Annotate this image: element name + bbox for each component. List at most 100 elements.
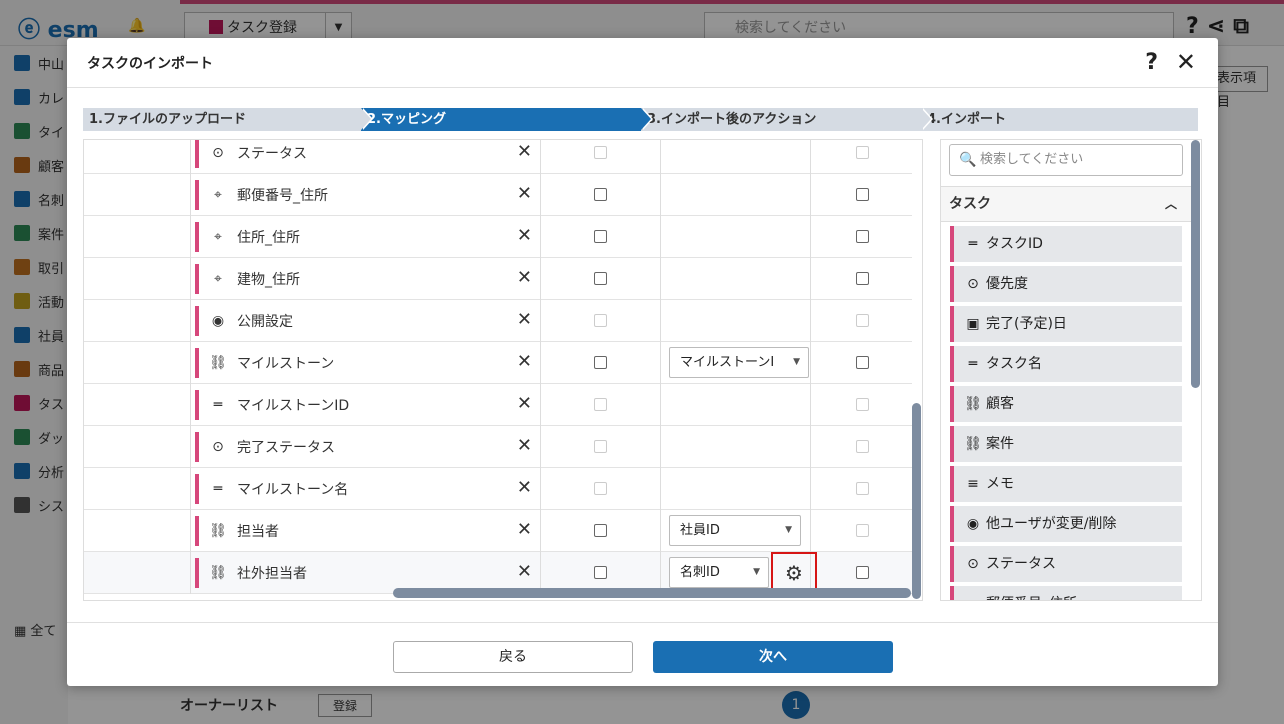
field-cell: ◉ 公開設定 ✕ [191, 300, 541, 342]
remove-mapping-icon[interactable]: ✕ [517, 267, 532, 288]
mapping-checkbox[interactable] [594, 356, 607, 369]
link-icon: ⛓ [964, 396, 982, 412]
update-checkbox[interactable] [856, 188, 869, 201]
field-marker [195, 140, 199, 168]
update-cell [811, 140, 912, 174]
mapping-row: ⊙ ステータス ✕ [84, 140, 912, 174]
field-label: マイルストーン [237, 356, 335, 372]
field-marker [195, 516, 199, 546]
import-steps: 1.ファイルのアップロード 2.マッピング 3.インポート後のアクション 4.インポー… [83, 108, 1198, 131]
field-item[interactable]: ≡ メモ [950, 466, 1182, 502]
key-select-cell [661, 258, 811, 300]
update-checkbox[interactable] [856, 356, 869, 369]
field-item-label: タスクID [986, 236, 1043, 252]
key-select-cell [661, 300, 811, 342]
memo-icon: ≡ [967, 476, 979, 492]
field-label: 住所_住所 [237, 230, 300, 246]
field-marker [195, 264, 199, 294]
remove-mapping-icon[interactable]: ✕ [517, 183, 532, 204]
csv-column-cell [84, 342, 191, 384]
option-cell [541, 140, 661, 174]
field-item[interactable]: ═ タスクID [950, 226, 1182, 262]
help-icon[interactable]: ? [1145, 50, 1158, 75]
field-item[interactable]: ⊙ 優先度 [950, 266, 1182, 302]
csv-column-cell [84, 510, 191, 552]
remove-mapping-icon[interactable]: ✕ [517, 225, 532, 246]
mapping-row: ⌖ 郵便番号_住所 ✕ [84, 174, 912, 216]
mapping-checkbox[interactable] [594, 566, 607, 579]
field-item-label: 案件 [986, 436, 1014, 452]
field-item-label: 顧客 [986, 396, 1014, 412]
dropdown-circle-icon: ⊙ [212, 145, 224, 161]
remove-mapping-icon[interactable]: ✕ [517, 309, 532, 330]
next-button[interactable]: 次へ [653, 641, 893, 673]
dropdown-circle-icon: ⊙ [967, 276, 979, 292]
table-horizontal-scrollbar[interactable] [393, 588, 911, 598]
close-icon[interactable]: ✕ [1176, 48, 1196, 76]
mapping-row: ⌖ 住所_住所 ✕ [84, 216, 912, 258]
remove-mapping-icon[interactable]: ✕ [517, 351, 532, 372]
key-field-select[interactable]: マイルストーンI ▼ [669, 347, 809, 378]
field-item[interactable]: ⊙ ステータス [950, 546, 1182, 582]
step-1: 1.ファイルのアップロード [83, 108, 373, 131]
chevron-down-icon: ▼ [785, 525, 792, 535]
option-cell [541, 342, 661, 384]
update-checkbox[interactable] [856, 230, 869, 243]
remove-mapping-icon[interactable]: ✕ [517, 435, 532, 456]
remove-mapping-icon[interactable]: ✕ [517, 519, 532, 540]
update-checkbox [856, 398, 869, 411]
chevron-up-icon[interactable]: ︿ [1165, 187, 1177, 221]
key-select-cell [661, 468, 811, 510]
key-select-cell [661, 216, 811, 258]
link-icon: ⛓ [209, 523, 227, 539]
field-group-header[interactable]: タスク ︿ [941, 186, 1191, 222]
field-label: 社外担当者 [237, 566, 307, 582]
key-field-select[interactable]: 社員ID ▼ [669, 515, 801, 546]
search-icon: 🔍 [959, 152, 977, 168]
update-checkbox [856, 146, 869, 159]
update-checkbox[interactable] [856, 272, 869, 285]
remove-mapping-icon[interactable]: ✕ [517, 141, 532, 162]
mapping-checkbox[interactable] [594, 272, 607, 285]
field-item-label: ステータス [986, 556, 1056, 572]
key-field-select[interactable]: 名刺ID ▼ [669, 557, 769, 588]
mapping-checkbox[interactable] [594, 524, 607, 537]
field-item[interactable]: ⛓ 案件 [950, 426, 1182, 462]
field-item-label: メモ [986, 476, 1014, 492]
remove-mapping-icon[interactable]: ✕ [517, 393, 532, 414]
field-item[interactable]: ⌖ 郵便番号_住所 [950, 586, 1182, 600]
mapping-checkbox[interactable] [594, 230, 607, 243]
mapping-checkbox [594, 482, 607, 495]
chevron-down-icon: ▼ [793, 357, 800, 367]
pin-icon: ⌖ [214, 187, 222, 203]
remove-mapping-icon[interactable]: ✕ [517, 561, 532, 582]
option-cell [541, 300, 661, 342]
step-3: 3.インポート後のアクション [641, 108, 933, 131]
field-item-label: 郵便番号_住所 [986, 596, 1077, 600]
field-cell: ⛓ 担当者 ✕ [191, 510, 541, 552]
text-icon: ═ [213, 481, 223, 497]
pin-icon: ⌖ [214, 229, 222, 245]
step-2: 2.マッピング [361, 108, 653, 131]
field-cell: ⛓ マイルストーン ✕ [191, 342, 541, 384]
back-button[interactable]: 戻る [393, 641, 633, 673]
update-cell [811, 468, 912, 510]
update-checkbox[interactable] [856, 566, 869, 579]
field-panel: 🔍 検索してください タスク ︿ ═ タスクID ⊙ 優先度 ▣ 完了(予定)日 ═ タスク名… [940, 139, 1202, 601]
field-panel-scrollbar[interactable] [1191, 140, 1200, 388]
table-vertical-scrollbar[interactable] [912, 403, 921, 599]
radio-icon: ◉ [211, 313, 225, 329]
mapping-checkbox[interactable] [594, 188, 607, 201]
mapping-row: ◉ 公開設定 ✕ [84, 300, 912, 342]
field-item[interactable]: ⛓ 顧客 [950, 386, 1182, 422]
field-cell: ⌖ 建物_住所 ✕ [191, 258, 541, 300]
remove-mapping-icon[interactable]: ✕ [517, 477, 532, 498]
key-select-cell [661, 426, 811, 468]
field-item[interactable]: ◉ 他ユーザが変更/削除 [950, 506, 1182, 542]
field-search-input[interactable]: 🔍 検索してください [949, 144, 1183, 176]
update-checkbox [856, 524, 869, 537]
field-group-title: タスク [949, 196, 991, 212]
field-item[interactable]: ═ タスク名 [950, 346, 1182, 382]
field-label: 担当者 [237, 524, 279, 540]
field-item[interactable]: ▣ 完了(予定)日 [950, 306, 1182, 342]
